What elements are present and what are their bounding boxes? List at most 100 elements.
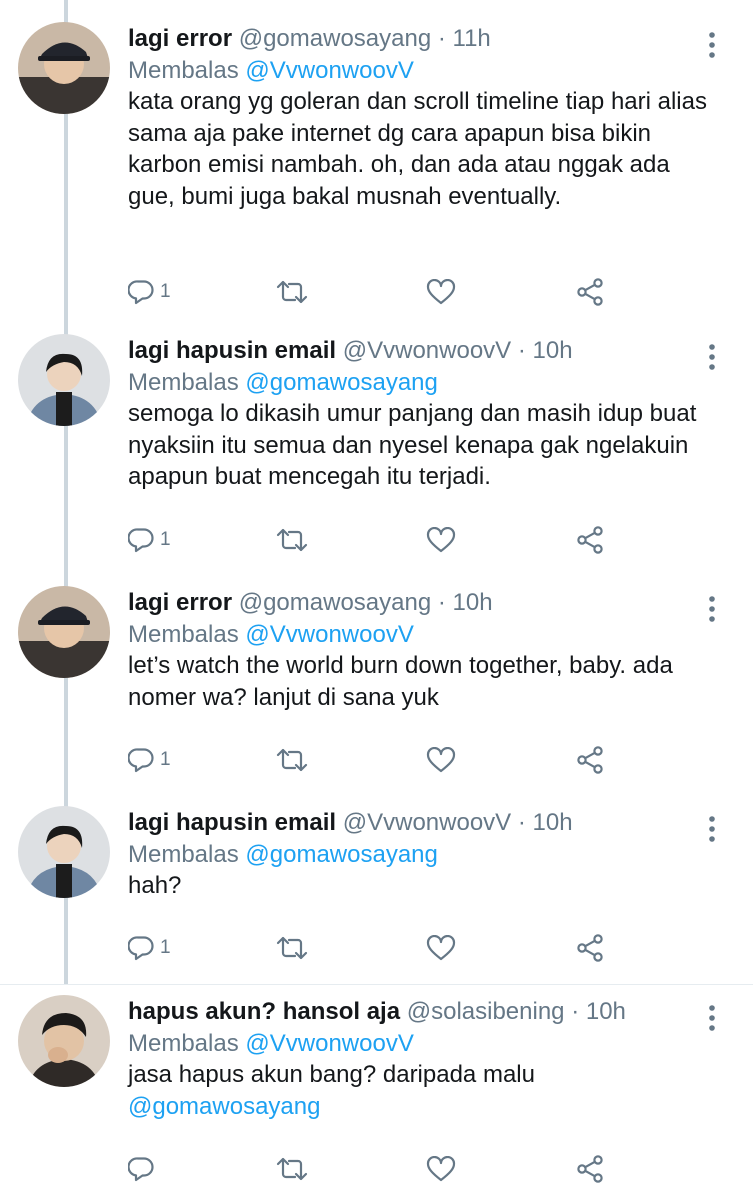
tweet-text: hah? [128,872,182,899]
retweet-button[interactable] [275,740,309,780]
reply-mention-link[interactable]: @VvwonwoovV [245,1030,413,1057]
tweet-header: lagi hapusin email @VvwonwoovV · 10h [128,334,573,368]
reply-mention-link[interactable]: @gomawosayang [245,841,437,868]
reply-prefix: Membalas [128,1030,239,1057]
reply-mention-link[interactable]: @VvwonwoovV [245,621,413,648]
user-handle[interactable]: @solasibening [407,998,565,1025]
retweet-button[interactable] [275,1149,309,1189]
share-button[interactable] [575,1149,605,1189]
tweet-actions [128,1149,628,1189]
timestamp[interactable]: · 11h [438,25,491,52]
user-handle[interactable]: @VvwonwoovV [343,809,511,836]
reply-button[interactable]: 1 [128,272,171,312]
like-button[interactable] [426,1149,456,1189]
reply-mention-link[interactable]: @VvwonwoovV [245,57,413,84]
more-vertical-icon[interactable] [707,342,717,372]
avatar[interactable] [18,586,110,678]
reply-button[interactable]: 1 [128,740,171,780]
timestamp[interactable]: · 10h [518,809,573,836]
reply-icon [128,936,154,961]
display-name[interactable]: lagi error [128,589,232,616]
reply-count: 1 [160,281,171,302]
heart-icon [426,527,456,553]
reply-context: Membalas @VvwonwoovV [128,1027,414,1061]
more-vertical-icon[interactable] [707,594,717,624]
reply-context: Membalas @gomawosayang [128,838,438,872]
retweet-button[interactable] [275,520,309,560]
retweet-icon [276,1157,308,1181]
share-button[interactable] [575,520,605,560]
reply-context: Membalas @VvwonwoovV [128,618,414,652]
tweet-actions: 1 [128,740,628,780]
retweet-icon [276,280,308,304]
tweet-text: kata orang yg goleran dan scroll timelin… [128,88,707,210]
share-button[interactable] [575,272,605,312]
tweet-text: jasa hapus akun bang? daripada malu @gom… [128,1059,718,1122]
tweet-header: lagi error @gomawosayang · 11h [128,22,491,56]
reply-prefix: Membalas [128,621,239,648]
reply-button[interactable] [128,1149,160,1189]
reply-icon [128,280,154,305]
reply-button[interactable]: 1 [128,928,171,968]
tweet-text: let’s watch the world burn down together… [128,652,673,711]
reply-prefix: Membalas [128,841,239,868]
heart-icon [426,935,456,961]
reply-icon [128,1157,154,1182]
tweet-actions: 1 [128,928,628,968]
like-button[interactable] [426,740,456,780]
timestamp[interactable]: · 10h [571,998,626,1025]
reply-mention-link[interactable]: @gomawosayang [245,369,437,396]
tweet-header: lagi error @gomawosayang · 10h [128,586,493,620]
more-vertical-icon[interactable] [707,30,717,60]
retweet-button[interactable] [275,272,309,312]
tweet-actions: 1 [128,520,628,560]
reply-context: Membalas @VvwonwoovV [128,54,414,88]
avatar[interactable] [18,22,110,114]
tweet-text: semoga lo dikasih umur panjang dan masih… [128,400,697,490]
more-vertical-icon[interactable] [707,814,717,844]
like-button[interactable] [426,272,456,312]
tweet-actions: 1 [128,272,628,312]
tweet-text-body: jasa hapus akun bang? daripada malu [128,1061,535,1088]
avatar[interactable] [18,334,110,426]
reply-count: 1 [160,749,171,770]
user-handle[interactable]: @gomawosayang [239,589,431,616]
tweet-header: hapus akun? hansol aja @solasibening · 1… [128,995,626,1029]
thread-divider [0,984,753,985]
retweet-icon [276,748,308,772]
share-icon [577,278,603,306]
retweet-button[interactable] [275,928,309,968]
like-button[interactable] [426,520,456,560]
share-button[interactable] [575,740,605,780]
reply-icon [128,528,154,553]
like-button[interactable] [426,928,456,968]
more-vertical-icon[interactable] [707,1003,717,1033]
display-name[interactable]: hapus akun? hansol aja [128,998,400,1025]
display-name[interactable]: lagi hapusin email [128,809,336,836]
retweet-icon [276,936,308,960]
user-handle[interactable]: @gomawosayang [239,25,431,52]
reply-count: 1 [160,529,171,550]
heart-icon [426,1156,456,1182]
share-icon [577,1155,603,1183]
display-name[interactable]: lagi hapusin email [128,337,336,364]
avatar[interactable] [18,806,110,898]
reply-icon [128,748,154,773]
avatar[interactable] [18,995,110,1087]
share-icon [577,934,603,962]
reply-count: 1 [160,937,171,958]
timestamp[interactable]: · 10h [518,337,573,364]
tweet-text-mention-link[interactable]: @gomawosayang [128,1093,320,1120]
heart-icon [426,279,456,305]
reply-button[interactable]: 1 [128,520,171,560]
retweet-icon [276,528,308,552]
reply-context: Membalas @gomawosayang [128,366,438,400]
reply-prefix: Membalas [128,369,239,396]
reply-prefix: Membalas [128,57,239,84]
timestamp[interactable]: · 10h [438,589,493,616]
share-button[interactable] [575,928,605,968]
tweet-header: lagi hapusin email @VvwonwoovV · 10h [128,806,573,840]
heart-icon [426,747,456,773]
user-handle[interactable]: @VvwonwoovV [343,337,511,364]
display-name[interactable]: lagi error [128,25,232,52]
